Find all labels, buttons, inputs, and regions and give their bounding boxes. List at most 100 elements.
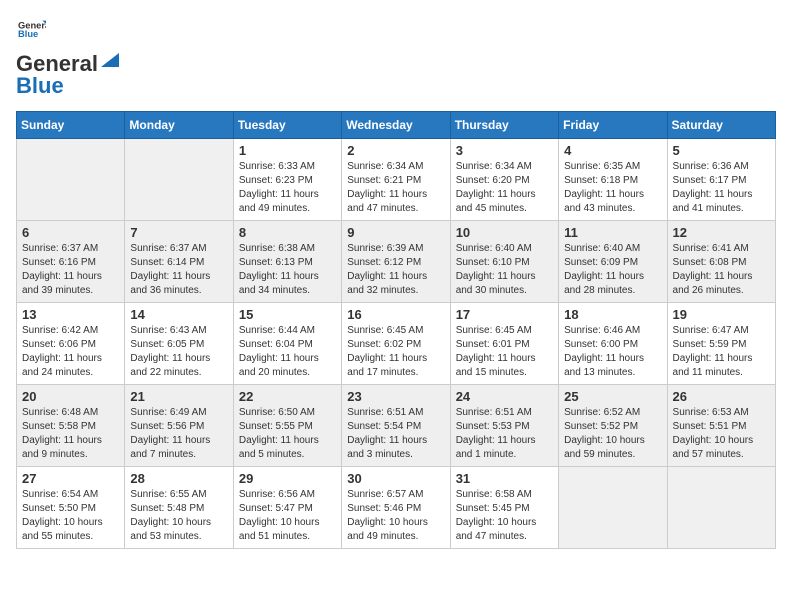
day-detail: Sunrise: 6:37 AM Sunset: 6:16 PM Dayligh… xyxy=(22,242,119,298)
calendar-cell: 8 Sunrise: 6:38 AM Sunset: 6:13 PM Daylig… xyxy=(233,221,341,303)
day-detail: Sunrise: 6:33 AM Sunset: 6:23 PM Dayligh… xyxy=(239,160,336,216)
calendar-week-4: 20 Sunrise: 6:48 AM Sunset: 5:58 PM Dayli… xyxy=(17,385,776,467)
calendar-cell: 14Sunrise: 6:43 AM Sunset: 6:05 PM Dayli… xyxy=(125,303,233,385)
day-number: 29 xyxy=(239,471,336,486)
day-detail: Sunrise: 6:45 AM Sunset: 6:02 PM Dayligh… xyxy=(347,324,444,380)
calendar-cell: 30 Sunrise: 6:57 AM Sunset: 5:46 PM Dayli… xyxy=(342,467,450,549)
calendar-week-1: 1Sunrise: 6:33 AM Sunset: 6:23 PM Daylig… xyxy=(17,139,776,221)
calendar-cell: 12Sunrise: 6:41 AM Sunset: 6:08 PM Dayli… xyxy=(667,221,775,303)
day-number: 24 xyxy=(456,389,553,404)
day-number: 12 xyxy=(673,225,770,240)
calendar-cell: 5 Sunrise: 6:36 AM Sunset: 6:17 PM Daylig… xyxy=(667,139,775,221)
calendar-week-5: 27Sunrise: 6:54 AM Sunset: 5:50 PM Dayli… xyxy=(17,467,776,549)
calendar-cell: 11 Sunrise: 6:40 AM Sunset: 6:09 PM Dayli… xyxy=(559,221,667,303)
day-number: 26 xyxy=(673,389,770,404)
calendar-cell: 26 Sunrise: 6:53 AM Sunset: 5:51 PM Dayli… xyxy=(667,385,775,467)
day-detail: Sunrise: 6:45 AM Sunset: 6:01 PM Dayligh… xyxy=(456,324,553,380)
weekday-header-monday: Monday xyxy=(125,112,233,139)
day-detail: Sunrise: 6:44 AM Sunset: 6:04 PM Dayligh… xyxy=(239,324,336,380)
day-number: 8 xyxy=(239,225,336,240)
day-number: 10 xyxy=(456,225,553,240)
day-number: 3 xyxy=(456,143,553,158)
day-detail: Sunrise: 6:55 AM Sunset: 5:48 PM Dayligh… xyxy=(130,488,227,544)
day-detail: Sunrise: 6:37 AM Sunset: 6:14 PM Dayligh… xyxy=(130,242,227,298)
day-number: 20 xyxy=(22,389,119,404)
day-detail: Sunrise: 6:53 AM Sunset: 5:51 PM Dayligh… xyxy=(673,406,770,462)
calendar-cell: 3 Sunrise: 6:34 AM Sunset: 6:20 PM Daylig… xyxy=(450,139,558,221)
day-detail: Sunrise: 6:58 AM Sunset: 5:45 PM Dayligh… xyxy=(456,488,553,544)
calendar-cell: 20 Sunrise: 6:48 AM Sunset: 5:58 PM Dayli… xyxy=(17,385,125,467)
day-number: 6 xyxy=(22,225,119,240)
day-number: 31 xyxy=(456,471,553,486)
weekday-header-friday: Friday xyxy=(559,112,667,139)
day-number: 19 xyxy=(673,307,770,322)
calendar-week-2: 6 Sunrise: 6:37 AM Sunset: 6:16 PM Daylig… xyxy=(17,221,776,303)
day-number: 9 xyxy=(347,225,444,240)
day-number: 5 xyxy=(673,143,770,158)
calendar-cell: 10 Sunrise: 6:40 AM Sunset: 6:10 PM Dayli… xyxy=(450,221,558,303)
day-detail: Sunrise: 6:34 AM Sunset: 6:20 PM Dayligh… xyxy=(456,160,553,216)
calendar-cell: 16Sunrise: 6:45 AM Sunset: 6:02 PM Dayli… xyxy=(342,303,450,385)
calendar-table: SundayMondayTuesdayWednesdayThursdayFrid… xyxy=(16,111,776,549)
calendar-cell xyxy=(17,139,125,221)
weekday-header-wednesday: Wednesday xyxy=(342,112,450,139)
calendar-cell: 17 Sunrise: 6:45 AM Sunset: 6:01 PM Dayli… xyxy=(450,303,558,385)
weekday-header-sunday: Sunday xyxy=(17,112,125,139)
day-number: 17 xyxy=(456,307,553,322)
day-detail: Sunrise: 6:56 AM Sunset: 5:47 PM Dayligh… xyxy=(239,488,336,544)
logo-icon: General Blue xyxy=(18,16,46,44)
day-detail: Sunrise: 6:52 AM Sunset: 5:52 PM Dayligh… xyxy=(564,406,661,462)
day-number: 21 xyxy=(130,389,227,404)
calendar-cell: 18 Sunrise: 6:46 AM Sunset: 6:00 PM Dayli… xyxy=(559,303,667,385)
day-detail: Sunrise: 6:50 AM Sunset: 5:55 PM Dayligh… xyxy=(239,406,336,462)
calendar-cell xyxy=(667,467,775,549)
logo-triangle-icon xyxy=(99,49,121,71)
day-number: 15 xyxy=(239,307,336,322)
day-number: 23 xyxy=(347,389,444,404)
calendar-cell: 15 Sunrise: 6:44 AM Sunset: 6:04 PM Dayli… xyxy=(233,303,341,385)
calendar-cell: 27Sunrise: 6:54 AM Sunset: 5:50 PM Dayli… xyxy=(17,467,125,549)
day-detail: Sunrise: 6:46 AM Sunset: 6:00 PM Dayligh… xyxy=(564,324,661,380)
day-number: 14 xyxy=(130,307,227,322)
day-number: 4 xyxy=(564,143,661,158)
day-detail: Sunrise: 6:49 AM Sunset: 5:56 PM Dayligh… xyxy=(130,406,227,462)
calendar-cell: 28 Sunrise: 6:55 AM Sunset: 5:48 PM Dayli… xyxy=(125,467,233,549)
calendar-cell: 9 Sunrise: 6:39 AM Sunset: 6:12 PM Daylig… xyxy=(342,221,450,303)
weekday-header-thursday: Thursday xyxy=(450,112,558,139)
day-number: 30 xyxy=(347,471,444,486)
calendar-cell: 7Sunrise: 6:37 AM Sunset: 6:14 PM Daylig… xyxy=(125,221,233,303)
day-detail: Sunrise: 6:40 AM Sunset: 6:10 PM Dayligh… xyxy=(456,242,553,298)
day-detail: Sunrise: 6:34 AM Sunset: 6:21 PM Dayligh… xyxy=(347,160,444,216)
weekday-header-saturday: Saturday xyxy=(667,112,775,139)
calendar-cell: 19 Sunrise: 6:47 AM Sunset: 5:59 PM Dayli… xyxy=(667,303,775,385)
calendar-cell: 31 Sunrise: 6:58 AM Sunset: 5:45 PM Dayli… xyxy=(450,467,558,549)
day-detail: Sunrise: 6:51 AM Sunset: 5:54 PM Dayligh… xyxy=(347,406,444,462)
day-number: 28 xyxy=(130,471,227,486)
calendar-week-3: 13Sunrise: 6:42 AM Sunset: 6:06 PM Dayli… xyxy=(17,303,776,385)
day-detail: Sunrise: 6:42 AM Sunset: 6:06 PM Dayligh… xyxy=(22,324,119,380)
calendar-cell: 21 Sunrise: 6:49 AM Sunset: 5:56 PM Dayli… xyxy=(125,385,233,467)
day-detail: Sunrise: 6:51 AM Sunset: 5:53 PM Dayligh… xyxy=(456,406,553,462)
day-detail: Sunrise: 6:36 AM Sunset: 6:17 PM Dayligh… xyxy=(673,160,770,216)
calendar-cell: 23 Sunrise: 6:51 AM Sunset: 5:54 PM Dayli… xyxy=(342,385,450,467)
day-detail: Sunrise: 6:39 AM Sunset: 6:12 PM Dayligh… xyxy=(347,242,444,298)
day-detail: Sunrise: 6:47 AM Sunset: 5:59 PM Dayligh… xyxy=(673,324,770,380)
calendar-cell: 22 Sunrise: 6:50 AM Sunset: 5:55 PM Dayli… xyxy=(233,385,341,467)
day-detail: Sunrise: 6:40 AM Sunset: 6:09 PM Dayligh… xyxy=(564,242,661,298)
day-detail: Sunrise: 6:57 AM Sunset: 5:46 PM Dayligh… xyxy=(347,488,444,544)
day-number: 11 xyxy=(564,225,661,240)
calendar-cell: 6 Sunrise: 6:37 AM Sunset: 6:16 PM Daylig… xyxy=(17,221,125,303)
weekday-header-tuesday: Tuesday xyxy=(233,112,341,139)
day-number: 25 xyxy=(564,389,661,404)
calendar-cell: 13Sunrise: 6:42 AM Sunset: 6:06 PM Dayli… xyxy=(17,303,125,385)
calendar-cell: 29 Sunrise: 6:56 AM Sunset: 5:47 PM Dayli… xyxy=(233,467,341,549)
page-header: General Blue General Blue xyxy=(16,16,776,99)
calendar-header-row: SundayMondayTuesdayWednesdayThursdayFrid… xyxy=(17,112,776,139)
day-detail: Sunrise: 6:38 AM Sunset: 6:13 PM Dayligh… xyxy=(239,242,336,298)
day-number: 2 xyxy=(347,143,444,158)
day-number: 18 xyxy=(564,307,661,322)
calendar-cell: 25 Sunrise: 6:52 AM Sunset: 5:52 PM Dayli… xyxy=(559,385,667,467)
calendar-cell: 24 Sunrise: 6:51 AM Sunset: 5:53 PM Dayli… xyxy=(450,385,558,467)
day-number: 22 xyxy=(239,389,336,404)
day-detail: Sunrise: 6:48 AM Sunset: 5:58 PM Dayligh… xyxy=(22,406,119,462)
